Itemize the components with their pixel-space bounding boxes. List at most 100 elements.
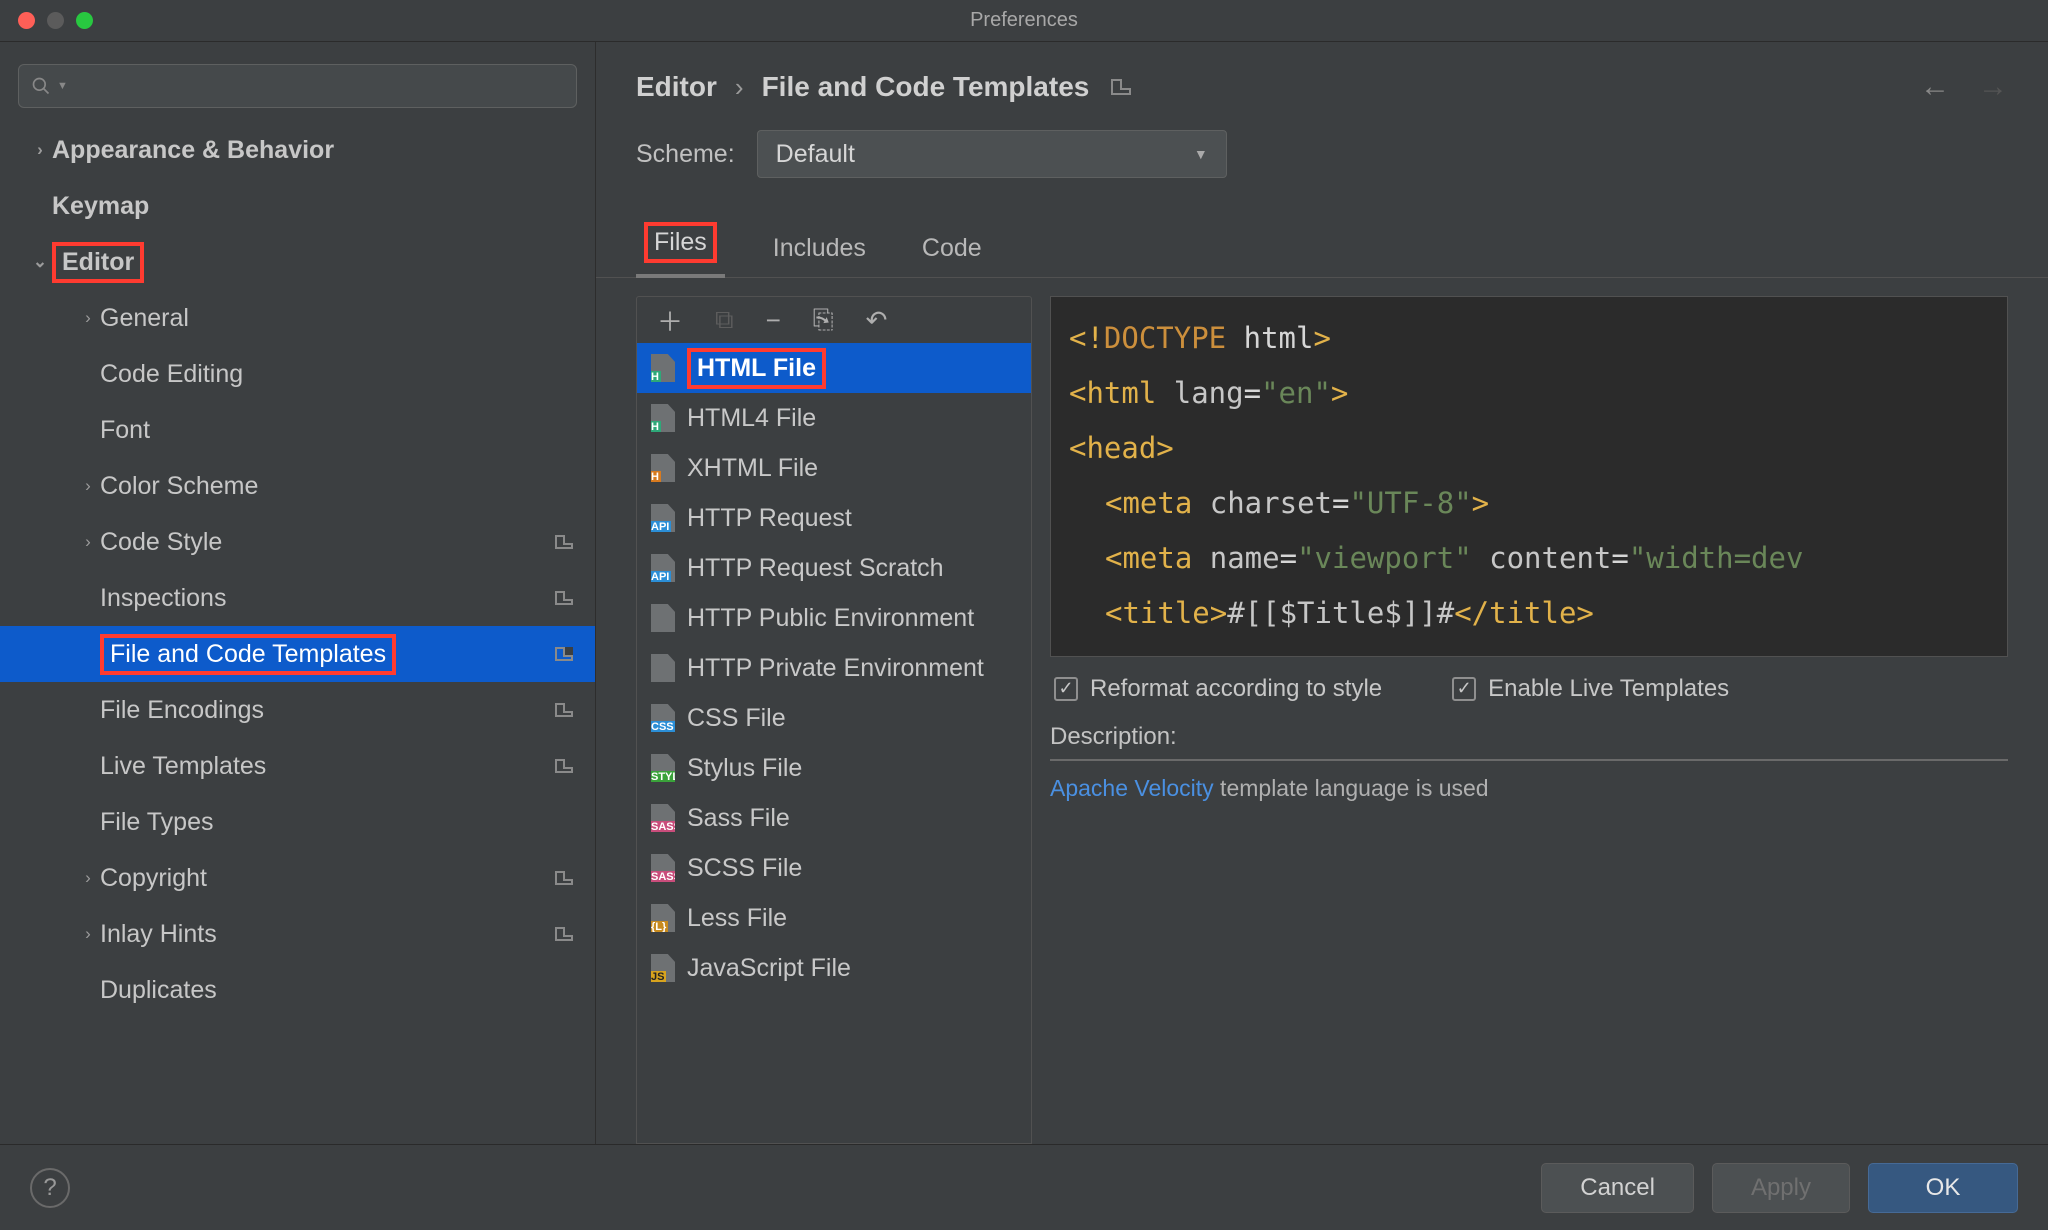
add-button[interactable]: ＋	[657, 302, 683, 339]
file-icon: H	[651, 454, 675, 482]
project-badge-icon	[555, 759, 573, 773]
tab-files[interactable]: Files	[636, 212, 725, 277]
template-item[interactable]: SASSSass File	[637, 793, 1031, 843]
nav-forward-button: →	[1978, 70, 2008, 104]
breadcrumb: Editor › File and Code Templates ← →	[596, 42, 2048, 124]
chevron-right-icon: ›	[76, 924, 100, 944]
apply-button[interactable]: Apply	[1712, 1163, 1850, 1213]
sidebar-item-color-scheme[interactable]: ›Color Scheme	[0, 458, 595, 514]
file-icon: STYL	[651, 754, 675, 782]
chevron-right-icon: ›	[735, 72, 744, 103]
sidebar-item-live-templates[interactable]: Live Templates	[0, 738, 595, 794]
tab-code[interactable]: Code	[914, 224, 990, 277]
template-list-panel: ＋ ⧉ − ⎘ ↶ HHTML FileHHTML4 FileHXHTML Fi…	[636, 296, 1032, 1144]
template-label: Sass File	[687, 804, 790, 833]
chevron-down-icon: ⌄	[28, 252, 52, 272]
sidebar-item-file-types[interactable]: File Types	[0, 794, 595, 850]
apache-velocity-link[interactable]: Apache Velocity	[1050, 775, 1214, 801]
sidebar-item-file-and-code-templates[interactable]: File and Code Templates	[0, 626, 595, 682]
scheme-label: Scheme:	[636, 140, 735, 169]
window-close-button[interactable]	[18, 12, 35, 29]
template-item[interactable]: CSSCSS File	[637, 693, 1031, 743]
sidebar-item-font[interactable]: Font	[0, 402, 595, 458]
template-item[interactable]: {L}Less File	[637, 893, 1031, 943]
project-badge-icon	[555, 535, 573, 549]
search-input[interactable]: ▼	[18, 64, 577, 108]
file-icon: H	[651, 354, 675, 382]
window-title: Preferences	[970, 9, 1078, 32]
titlebar: Preferences	[0, 0, 2048, 42]
sidebar-item-code-style[interactable]: ›Code Style	[0, 514, 595, 570]
sidebar-item-label: Keymap	[52, 192, 595, 221]
live-templates-checkbox[interactable]: ✓ Enable Live Templates	[1452, 675, 1729, 703]
editor-panel: <!DOCTYPE html><html lang="en"><head><me…	[1032, 296, 2048, 1144]
breadcrumb-root[interactable]: Editor	[636, 71, 717, 103]
sidebar-item-label: Code Editing	[100, 360, 595, 389]
template-label: HTTP Private Environment	[687, 654, 984, 683]
sidebar-item-inspections[interactable]: Inspections	[0, 570, 595, 626]
sidebar-item-code-editing[interactable]: Code Editing	[0, 346, 595, 402]
template-item[interactable]: SASSSCSS File	[637, 843, 1031, 893]
tabs: Files Includes Code	[596, 198, 2048, 278]
sidebar-item-general[interactable]: ›General	[0, 290, 595, 346]
description-label: Description:	[1050, 723, 2008, 759]
template-label: JavaScript File	[687, 954, 851, 983]
nav-back-button[interactable]: ←	[1920, 70, 1950, 104]
sidebar-item-label: General	[100, 304, 595, 333]
template-item[interactable]: HHTML File	[637, 343, 1031, 393]
cancel-button[interactable]: Cancel	[1541, 1163, 1694, 1213]
sidebar-item-duplicates[interactable]: Duplicates	[0, 962, 595, 1018]
template-label: HTTP Request	[687, 504, 852, 533]
settings-tree: ›Appearance & BehaviorKeymap⌄Editor›Gene…	[0, 122, 595, 1144]
template-item[interactable]: HHTML4 File	[637, 393, 1031, 443]
template-item[interactable]: HXHTML File	[637, 443, 1031, 493]
sidebar-item-editor[interactable]: ⌄Editor	[0, 234, 595, 290]
tab-includes[interactable]: Includes	[765, 224, 874, 277]
preferences-sidebar: ▼ ›Appearance & BehaviorKeymap⌄Editor›Ge…	[0, 42, 595, 1144]
sidebar-item-label: Duplicates	[100, 976, 595, 1005]
scheme-select[interactable]: Default ▼	[757, 130, 1227, 178]
file-icon: API	[651, 554, 675, 582]
template-item[interactable]: APIHTTP Request Scratch	[637, 543, 1031, 593]
sidebar-item-appearance-behavior[interactable]: ›Appearance & Behavior	[0, 122, 595, 178]
check-icon: ✓	[1452, 677, 1476, 701]
sidebar-item-keymap[interactable]: Keymap	[0, 178, 595, 234]
revert-button[interactable]: ↶	[866, 305, 888, 336]
template-item[interactable]: STYLStylus File	[637, 743, 1031, 793]
live-templates-label: Enable Live Templates	[1488, 675, 1729, 703]
reformat-checkbox[interactable]: ✓ Reformat according to style	[1054, 675, 1382, 703]
description-text: Apache Velocity template language is use…	[1050, 759, 2008, 879]
chevron-right-icon: ›	[76, 476, 100, 496]
ok-button[interactable]: OK	[1868, 1163, 2018, 1213]
template-item[interactable]: HTTP Public Environment	[637, 593, 1031, 643]
sidebar-item-label: Font	[100, 416, 595, 445]
window-minimize-button[interactable]	[47, 12, 64, 29]
template-toolbar: ＋ ⧉ − ⎘ ↶	[637, 297, 1031, 343]
project-badge-icon	[1111, 79, 1131, 95]
sidebar-item-inlay-hints[interactable]: ›Inlay Hints	[0, 906, 595, 962]
help-button[interactable]: ?	[30, 1168, 70, 1208]
project-badge-icon	[555, 647, 573, 661]
sidebar-item-copyright[interactable]: ›Copyright	[0, 850, 595, 906]
chevron-down-icon: ▼	[1194, 146, 1208, 162]
duplicate-button[interactable]: ⎘	[813, 304, 834, 336]
reformat-label: Reformat according to style	[1090, 675, 1382, 703]
remove-button[interactable]: −	[766, 305, 781, 336]
sidebar-item-label: Appearance & Behavior	[52, 136, 595, 165]
sidebar-item-label: Inspections	[100, 584, 555, 613]
template-label: Less File	[687, 904, 787, 933]
file-icon	[651, 654, 675, 682]
template-item[interactable]: HTTP Private Environment	[637, 643, 1031, 693]
template-label: CSS File	[687, 704, 786, 733]
sidebar-item-file-encodings[interactable]: File Encodings	[0, 682, 595, 738]
template-item[interactable]: JSJavaScript File	[637, 943, 1031, 993]
file-icon: API	[651, 504, 675, 532]
chevron-right-icon: ›	[76, 532, 100, 552]
template-item[interactable]: API HTTP Request	[637, 493, 1031, 543]
window-zoom-button[interactable]	[76, 12, 93, 29]
sidebar-item-label: Inlay Hints	[100, 920, 555, 949]
copy-disabled-icon: ⧉	[715, 304, 734, 336]
sidebar-item-label: File Encodings	[100, 696, 555, 725]
dialog-footer: ? Cancel Apply OK	[0, 1144, 2048, 1230]
template-code-editor[interactable]: <!DOCTYPE html><html lang="en"><head><me…	[1050, 296, 2008, 657]
